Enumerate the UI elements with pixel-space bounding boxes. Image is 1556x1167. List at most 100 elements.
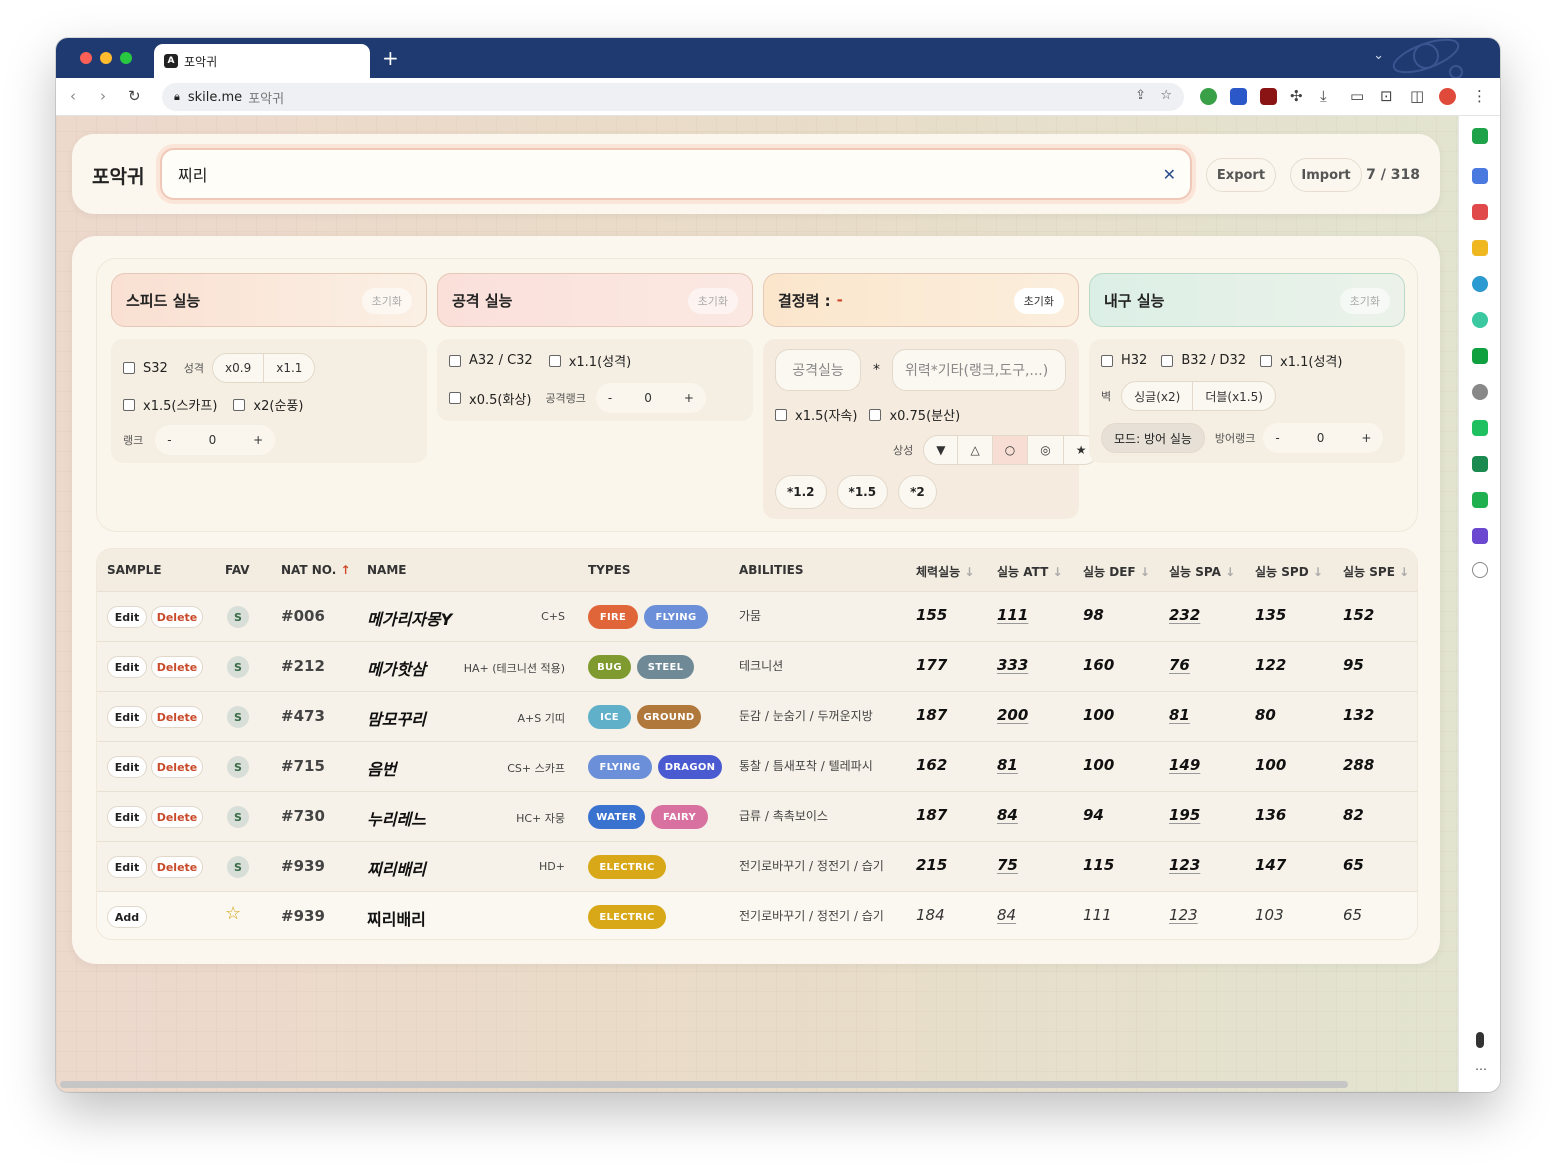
clear-search-icon[interactable]: ✕ — [1163, 165, 1176, 184]
import-button[interactable]: Import — [1290, 158, 1362, 192]
s32-checkbox[interactable] — [123, 362, 135, 374]
edit-button[interactable]: Edit — [107, 656, 147, 678]
puzzle-icon[interactable]: ✣ — [1290, 87, 1303, 105]
speed-nature-0.9-button[interactable]: x0.9 — [213, 354, 265, 382]
defense-rank-plus-button[interactable]: + — [1349, 423, 1383, 453]
effect-neutral-button[interactable]: ○ — [992, 436, 1029, 464]
browser-tab[interactable]: A 포악귀 — [154, 44, 370, 78]
delete-button[interactable]: Delete — [151, 806, 203, 828]
reload-icon[interactable]: ↻ — [128, 87, 141, 105]
attack-nature-checkbox[interactable] — [548, 354, 561, 367]
download-icon[interactable]: ⤓ — [1320, 87, 1327, 105]
extension-plus-icon[interactable] — [1200, 88, 1217, 105]
zoom-window-icon[interactable] — [120, 52, 132, 64]
play-icon[interactable] — [1472, 312, 1488, 328]
col-abilities[interactable]: ABILITIES — [739, 563, 804, 577]
profile-avatar[interactable] — [1439, 88, 1456, 105]
a32-checkbox[interactable] — [449, 354, 461, 367]
burn-checkbox[interactable] — [449, 392, 461, 404]
b32-checkbox[interactable] — [1161, 354, 1174, 367]
attack-reset-button[interactable]: 초기화 — [687, 288, 738, 314]
defense-rank-minus-button[interactable]: - — [1263, 423, 1291, 453]
effect-half-button[interactable]: △ — [958, 436, 993, 464]
delete-button[interactable]: Delete — [151, 856, 203, 878]
tab-list-chevron-icon[interactable]: ⌄ — [1373, 48, 1384, 63]
tailwind-checkbox[interactable] — [233, 398, 246, 411]
fav-star-icon[interactable]: ☆ — [225, 903, 241, 924]
calendar-icon[interactable] — [1472, 168, 1488, 184]
speed-rank-plus-button[interactable]: + — [241, 425, 275, 455]
pokemon-name[interactable]: 찌리배리 — [367, 856, 426, 880]
mult-1.5-button[interactable]: *1.5 — [836, 475, 889, 509]
h32-checkbox[interactable] — [1101, 354, 1113, 367]
spread-checkbox[interactable] — [869, 408, 882, 421]
calendar-31-icon[interactable] — [1472, 528, 1488, 544]
screenshot-icon[interactable]: ⊡ — [1380, 87, 1393, 105]
close-window-icon[interactable] — [80, 52, 92, 64]
speed-nature-1.1-button[interactable]: x1.1 — [264, 354, 314, 382]
col-spe[interactable]: 실능 SPE ↓ — [1343, 563, 1409, 580]
effect-double-button[interactable]: ◎ — [1028, 436, 1064, 464]
export-button[interactable]: Export — [1206, 158, 1276, 192]
defense-nature-checkbox[interactable] — [1260, 354, 1272, 367]
speed-reset-button[interactable]: 초기화 — [361, 288, 412, 314]
col-spd[interactable]: 실능 SPD ↓ — [1255, 563, 1323, 580]
edge-icon[interactable] — [1472, 276, 1488, 292]
menu-icon[interactable]: ⋮ — [1472, 87, 1487, 105]
search-box[interactable]: ✕ — [160, 148, 1192, 200]
delete-button[interactable]: Delete — [151, 756, 203, 778]
pokemon-name[interactable]: 맘모꾸리 — [367, 706, 426, 730]
wall-double-button[interactable]: 더블(x1.5) — [1193, 382, 1275, 410]
search-input[interactable] — [178, 164, 1150, 184]
new-tab-icon[interactable]: + — [382, 46, 399, 70]
decisive-reset-button[interactable]: 초기화 — [1013, 288, 1064, 314]
ai-icon[interactable] — [1472, 384, 1488, 400]
naver-icon[interactable] — [1472, 128, 1488, 144]
stab-checkbox[interactable] — [775, 408, 787, 421]
more-icon[interactable]: ⋯ — [1475, 1062, 1487, 1076]
defense-mode-button[interactable]: 모드: 방어 실능 — [1101, 423, 1205, 453]
attack-rank-minus-button[interactable]: - — [596, 383, 624, 413]
minimize-window-icon[interactable] — [100, 52, 112, 64]
pokemon-name[interactable]: 음번 — [367, 756, 396, 780]
edit-button[interactable]: Edit — [107, 806, 147, 828]
stock-icon[interactable] — [1472, 456, 1488, 472]
edit-button[interactable]: Edit — [107, 706, 147, 728]
message-icon[interactable] — [1472, 420, 1488, 436]
pokemon-name[interactable]: 메가리자몽Y — [367, 606, 452, 630]
address-bar[interactable]: 🔒︎ skile.me 포악귀 ⇪ ☆ — [162, 83, 1184, 111]
attack-rank-plus-button[interactable]: + — [672, 383, 706, 413]
effect-quarter-button[interactable]: ▼ — [924, 436, 959, 464]
bookmark-icon[interactable]: ☆ — [1160, 88, 1172, 103]
add-button[interactable]: Add — [107, 906, 147, 928]
horizontal-scrollbar[interactable] — [60, 1081, 1348, 1088]
col-name[interactable]: NAME — [367, 563, 406, 577]
edit-button[interactable]: Edit — [107, 856, 147, 878]
wall-single-button[interactable]: 싱글(x2) — [1122, 382, 1194, 410]
col-types[interactable]: TYPES — [588, 563, 631, 577]
defense-reset-button[interactable]: 초기화 — [1339, 288, 1390, 314]
attack-stat-input[interactable]: 공격실능 — [775, 349, 861, 391]
mult-2-button[interactable]: *2 — [898, 475, 937, 509]
forward-icon[interactable]: › — [100, 87, 106, 105]
star-app-icon[interactable] — [1472, 240, 1488, 256]
col-fav[interactable]: FAV — [225, 563, 250, 577]
delete-button[interactable]: Delete — [151, 656, 203, 678]
scarf-checkbox[interactable] — [123, 398, 135, 411]
add-sidebar-icon[interactable] — [1472, 562, 1488, 578]
power-input[interactable]: 위력*기타(랭크,도구,...) — [892, 349, 1066, 391]
mult-1.2-button[interactable]: *1.2 — [775, 475, 827, 509]
col-spa[interactable]: 실능 SPA ↓ — [1169, 563, 1235, 580]
edit-button[interactable]: Edit — [107, 606, 147, 628]
back-icon[interactable]: ‹ — [70, 87, 76, 105]
lock-app-icon[interactable] — [1472, 492, 1488, 508]
sidebar-toggle-icon[interactable]: ◫ — [1410, 87, 1424, 105]
share-icon[interactable]: ⇪ — [1135, 88, 1146, 103]
pokemon-name[interactable]: 누리레느 — [367, 806, 426, 830]
pokemon-name[interactable]: 메가핫삼 — [367, 656, 426, 680]
speed-rank-minus-button[interactable]: - — [155, 425, 183, 455]
extension-shield-icon[interactable] — [1230, 88, 1247, 105]
col-sample[interactable]: SAMPLE — [107, 563, 162, 577]
pin-icon[interactable] — [1476, 1032, 1484, 1048]
pocket-icon[interactable] — [1472, 204, 1488, 220]
